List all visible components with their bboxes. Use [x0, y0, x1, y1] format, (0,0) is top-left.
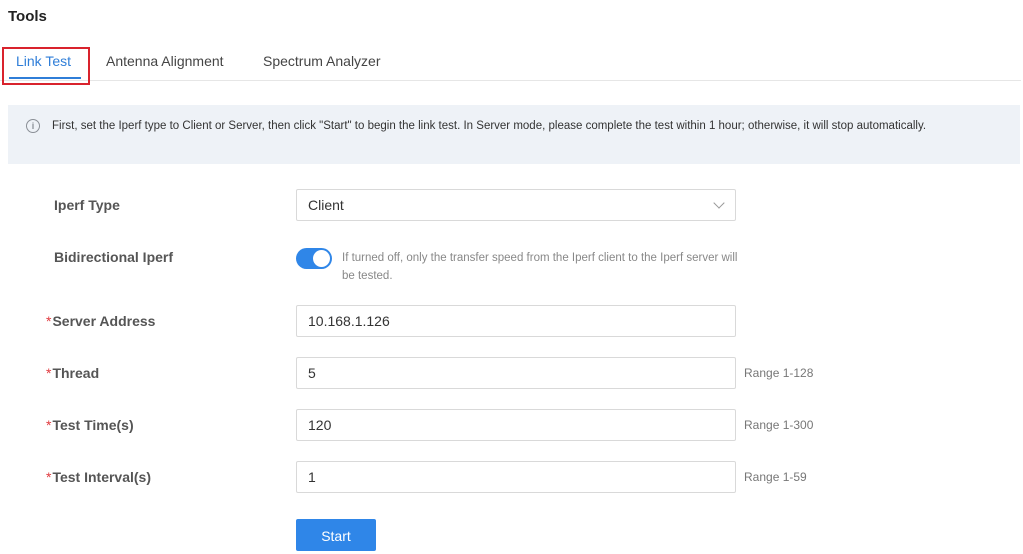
server-address-input[interactable]: 10.168.1.126 [296, 305, 736, 337]
iperf-type-select[interactable]: Client [296, 189, 736, 221]
thread-input[interactable]: 5 [296, 357, 736, 389]
required-mark: * [46, 469, 52, 485]
test-interval-range: Range 1-59 [744, 470, 807, 484]
required-mark: * [46, 313, 52, 329]
test-time-range: Range 1-300 [744, 418, 814, 432]
start-button[interactable]: Start [296, 519, 376, 551]
tab-spectrum-analyzer[interactable]: Spectrum Analyzer [263, 53, 381, 69]
test-time-label: *Test Time(s) [46, 417, 134, 433]
bidirectional-hint: If turned off, only the transfer speed f… [342, 252, 738, 282]
toggle-knob [313, 250, 330, 267]
info-notice: i First, set the Iperf type to Client or… [8, 105, 1020, 164]
info-icon: i [26, 119, 40, 133]
required-mark: * [46, 365, 52, 381]
test-interval-input[interactable]: 1 [296, 461, 736, 493]
iperf-type-label: Iperf Type [54, 197, 120, 213]
notice-text: First, set the Iperf type to Client or S… [52, 120, 927, 132]
chevron-down-icon [713, 197, 725, 209]
bidirectional-iperf-label: Bidirectional Iperf [54, 249, 174, 265]
test-time-input[interactable]: 120 [296, 409, 736, 441]
required-mark: * [46, 417, 52, 433]
page-title: Tools [8, 8, 47, 25]
test-interval-label: *Test Interval(s) [46, 469, 151, 485]
tab-antenna-alignment[interactable]: Antenna Alignment [106, 53, 224, 69]
bidirectional-toggle[interactable] [296, 248, 332, 269]
tab-bar: Link Test Antenna Alignment Spectrum Ana… [0, 45, 1021, 81]
highlight-box [2, 47, 90, 85]
thread-label: *Thread [46, 365, 100, 381]
iperf-type-value: Client [308, 197, 344, 213]
server-address-label: *Server Address [46, 313, 156, 329]
thread-range: Range 1-128 [744, 366, 814, 380]
